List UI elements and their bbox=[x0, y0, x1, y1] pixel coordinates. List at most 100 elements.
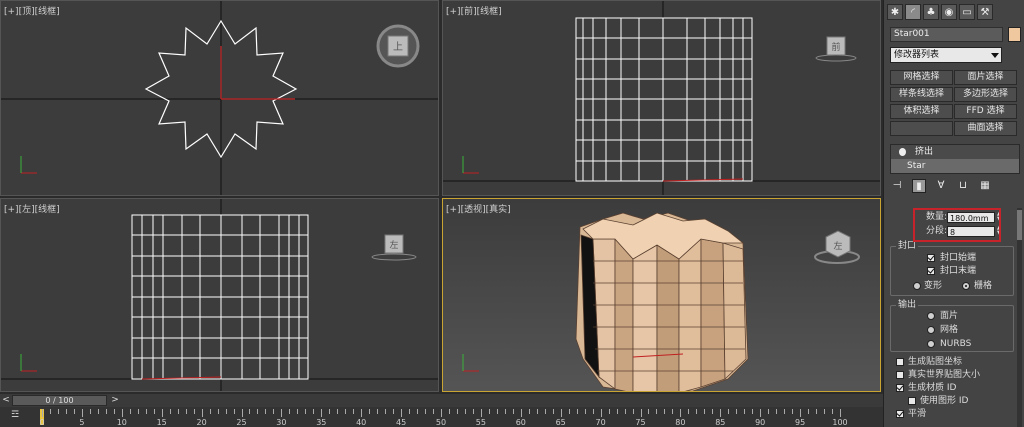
next-frame-icon[interactable]: > bbox=[110, 395, 120, 406]
track-tick bbox=[800, 409, 802, 417]
track-tick bbox=[249, 409, 251, 414]
cap-end-checkbox[interactable] bbox=[927, 267, 935, 275]
panel-scrollbar-thumb[interactable] bbox=[1017, 210, 1022, 240]
stack-item-extrude[interactable]: 挤出 bbox=[891, 145, 1019, 159]
track-tick bbox=[752, 409, 754, 414]
viewport-persp-label[interactable]: [+][透视][真实] bbox=[446, 202, 511, 215]
modifier-stack[interactable]: 挤出 Star bbox=[890, 144, 1020, 174]
track-tick bbox=[425, 409, 427, 414]
empty-button[interactable] bbox=[890, 121, 953, 136]
track-tick bbox=[544, 409, 546, 414]
track-tick bbox=[65, 409, 67, 414]
vol-select-button[interactable]: 体积选择 bbox=[890, 104, 953, 119]
track-tick bbox=[664, 409, 666, 414]
track-tick bbox=[401, 409, 403, 417]
viewport-perspective-canvas: 左 bbox=[443, 199, 880, 391]
track-tick bbox=[768, 409, 770, 414]
track-tick bbox=[648, 409, 650, 414]
cap-start-checkbox[interactable] bbox=[927, 254, 935, 262]
modify-tab-icon[interactable]: ◜ bbox=[905, 4, 921, 20]
viewport-front-canvas: 前 bbox=[443, 1, 880, 195]
ffd-select-button[interactable]: FFD 选择 bbox=[954, 104, 1017, 119]
viewcube-left-label[interactable]: 左 bbox=[389, 239, 398, 251]
viewport-left-label[interactable]: [+][左][线框] bbox=[4, 202, 60, 215]
track-tick-label: 25 bbox=[236, 418, 247, 427]
viewport-front-label[interactable]: [+][前][线框] bbox=[446, 4, 502, 17]
track-tick bbox=[688, 409, 690, 414]
track-tick-label: 0 bbox=[39, 418, 45, 427]
viewcube-top-label[interactable]: 上 bbox=[393, 41, 403, 53]
display-tab-icon[interactable]: ▭ bbox=[959, 4, 975, 20]
time-slider-thumb[interactable]: 0 / 100 bbox=[12, 395, 107, 406]
use-shape-ids-checkbox[interactable] bbox=[908, 397, 916, 405]
mesh-select-button[interactable]: 网格选择 bbox=[890, 70, 953, 85]
stack-item-extrude-label: 挤出 bbox=[915, 147, 934, 157]
track-tick bbox=[816, 409, 818, 414]
gen-mapping-checkbox[interactable] bbox=[896, 358, 904, 366]
track-tick bbox=[73, 409, 75, 414]
track-view-icon[interactable]: ☲ bbox=[4, 410, 26, 424]
lightbulb-icon[interactable] bbox=[899, 148, 906, 156]
time-slider[interactable]: < 0 / 100 > bbox=[0, 394, 883, 407]
panel-scrollbar[interactable] bbox=[1017, 208, 1022, 427]
track-tick bbox=[640, 409, 642, 417]
modifier-list-dropdown[interactable]: 修改器列表 bbox=[890, 47, 1002, 63]
morph-radio[interactable] bbox=[913, 282, 921, 290]
viewcube-front-label[interactable]: 前 bbox=[831, 41, 840, 53]
track-tick bbox=[824, 409, 826, 414]
track-tick bbox=[560, 409, 562, 417]
create-tab-icon[interactable]: ✱ bbox=[887, 4, 903, 20]
gen-mat-ids-checkbox[interactable] bbox=[896, 384, 904, 392]
grid-radio[interactable] bbox=[962, 282, 970, 290]
stack-item-star[interactable]: Star bbox=[891, 159, 1019, 173]
track-tick bbox=[337, 409, 339, 414]
track-tick bbox=[520, 409, 522, 417]
track-tick-label: 100 bbox=[832, 418, 848, 427]
pin-stack-icon[interactable]: ⊣ bbox=[890, 179, 904, 193]
nurbs-radio[interactable] bbox=[927, 340, 935, 348]
viewport-top[interactable]: 上 [+][顶][线框] bbox=[0, 0, 439, 196]
viewport-left[interactable]: 左 [+][左][线框] bbox=[0, 198, 439, 392]
track-tick bbox=[536, 409, 538, 414]
viewport-top-label[interactable]: [+][顶][线框] bbox=[4, 4, 60, 17]
viewport-perspective[interactable]: 左 [+][透视][真实] bbox=[442, 198, 881, 392]
track-tick bbox=[185, 409, 187, 414]
motion-tab-icon[interactable]: ◉ bbox=[941, 4, 957, 20]
make-unique-icon[interactable]: ∀ bbox=[934, 179, 948, 193]
spline-select-button[interactable]: 样条线选择 bbox=[890, 87, 953, 102]
real-world-checkbox[interactable] bbox=[896, 371, 904, 379]
track-tick bbox=[89, 409, 91, 414]
track-bar[interactable]: ☲ 0 5 10 15 20 25 30 35 40 45 50 55 60 65 70 75 80 85 90 95… bbox=[0, 407, 883, 427]
track-tick bbox=[448, 409, 450, 414]
patch-label: 面片 bbox=[940, 311, 959, 321]
object-color-swatch[interactable] bbox=[1008, 27, 1021, 42]
show-end-result-icon[interactable]: ▮ bbox=[912, 179, 926, 193]
track-tick bbox=[137, 409, 139, 414]
mesh-label: 网格 bbox=[940, 325, 959, 335]
prev-frame-icon[interactable]: < bbox=[1, 395, 11, 406]
utilities-tab-icon[interactable]: ⚒ bbox=[977, 4, 993, 20]
patch-radio[interactable] bbox=[927, 312, 935, 320]
configure-sets-icon[interactable]: ▦ bbox=[978, 179, 992, 193]
surface-select-button[interactable]: 曲面选择 bbox=[954, 121, 1017, 136]
patch-select-button[interactable]: 面片选择 bbox=[954, 70, 1017, 85]
mesh-radio[interactable] bbox=[927, 326, 935, 334]
track-tick-label: 35 bbox=[316, 418, 327, 427]
object-name-field[interactable]: Star001 bbox=[890, 27, 1003, 42]
viewcube-persp-label[interactable]: 左 bbox=[833, 240, 842, 252]
remove-modifier-icon[interactable]: ⊔ bbox=[956, 179, 970, 193]
track-tick bbox=[129, 409, 131, 414]
track-tick bbox=[456, 409, 458, 414]
gen-mat-ids-label: 生成材质 ID bbox=[908, 383, 957, 393]
track-tick bbox=[512, 409, 514, 414]
track-tick bbox=[433, 409, 435, 414]
cap-start-label: 封口始端 bbox=[940, 253, 977, 263]
track-tick-label: 60 bbox=[515, 418, 526, 427]
poly-select-button[interactable]: 多边形选择 bbox=[954, 87, 1017, 102]
track-tick bbox=[49, 409, 51, 414]
track-tick bbox=[233, 409, 235, 414]
viewport-front[interactable]: 前 [+][前][线框] bbox=[442, 0, 881, 196]
smooth-checkbox[interactable] bbox=[896, 410, 904, 418]
track-tick bbox=[193, 409, 195, 414]
hierarchy-tab-icon[interactable]: ♣ bbox=[923, 4, 939, 20]
